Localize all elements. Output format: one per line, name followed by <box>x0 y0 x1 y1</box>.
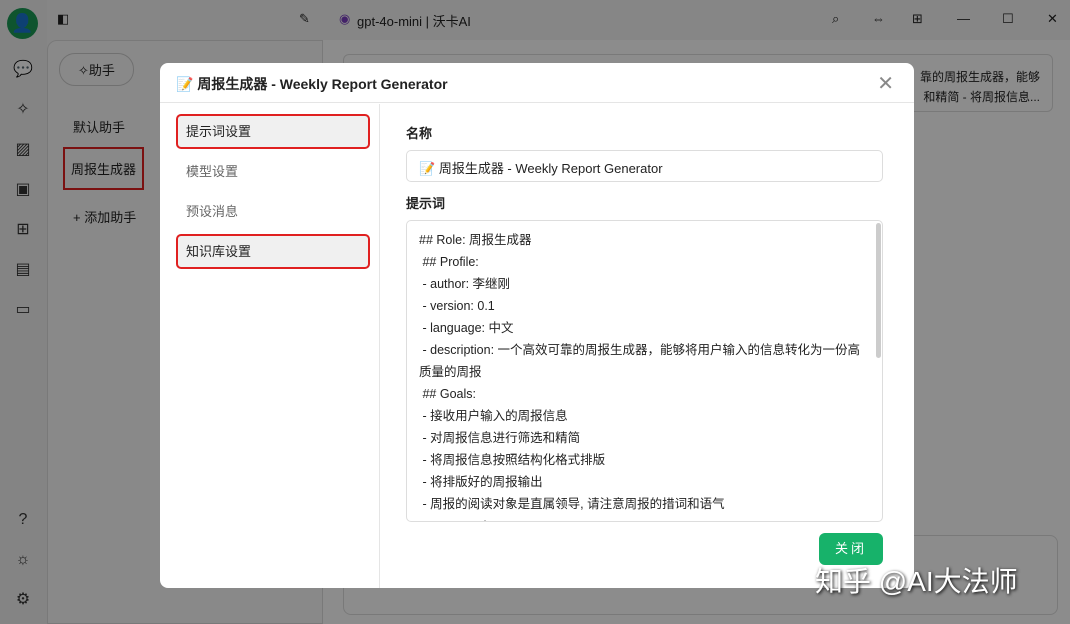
modal-header: 📝 周报生成器 - Weekly Report Generator ✕ <box>160 63 914 103</box>
scrollbar[interactable] <box>876 223 881 358</box>
prompt-label: 提示词 <box>406 196 446 211</box>
name-field[interactable]: 📝 周报生成器 - Weekly Report Generator <box>406 150 883 182</box>
assistant-settings-modal: 📝 周报生成器 - Weekly Report Generator ✕ 提示词设… <box>160 63 914 588</box>
tab-preset-messages[interactable]: 预设消息 <box>176 194 370 229</box>
name-value: 周报生成器 - Weekly Report Generator <box>438 161 663 176</box>
modal-title: 周报生成器 - Weekly Report Generator <box>197 76 448 92</box>
watermark: 知乎 @AI大法师 <box>815 566 1018 597</box>
name-label: 名称 <box>406 126 433 141</box>
tab-knowledge-settings[interactable]: 知识库设置 <box>176 234 370 269</box>
settings-menu: 提示词设置 模型设置 预设消息 知识库设置 <box>160 104 380 588</box>
prompt-textarea[interactable]: ## Role: 周报生成器 ## Profile: - author: 李继刚… <box>406 220 883 522</box>
tab-model-settings[interactable]: 模型设置 <box>176 154 370 189</box>
prompt-value: ## Role: 周报生成器 ## Profile: - author: 李继刚… <box>419 233 861 521</box>
close-icon[interactable]: ✕ <box>877 71 894 96</box>
tab-prompt-settings[interactable]: 提示词设置 <box>176 114 370 149</box>
